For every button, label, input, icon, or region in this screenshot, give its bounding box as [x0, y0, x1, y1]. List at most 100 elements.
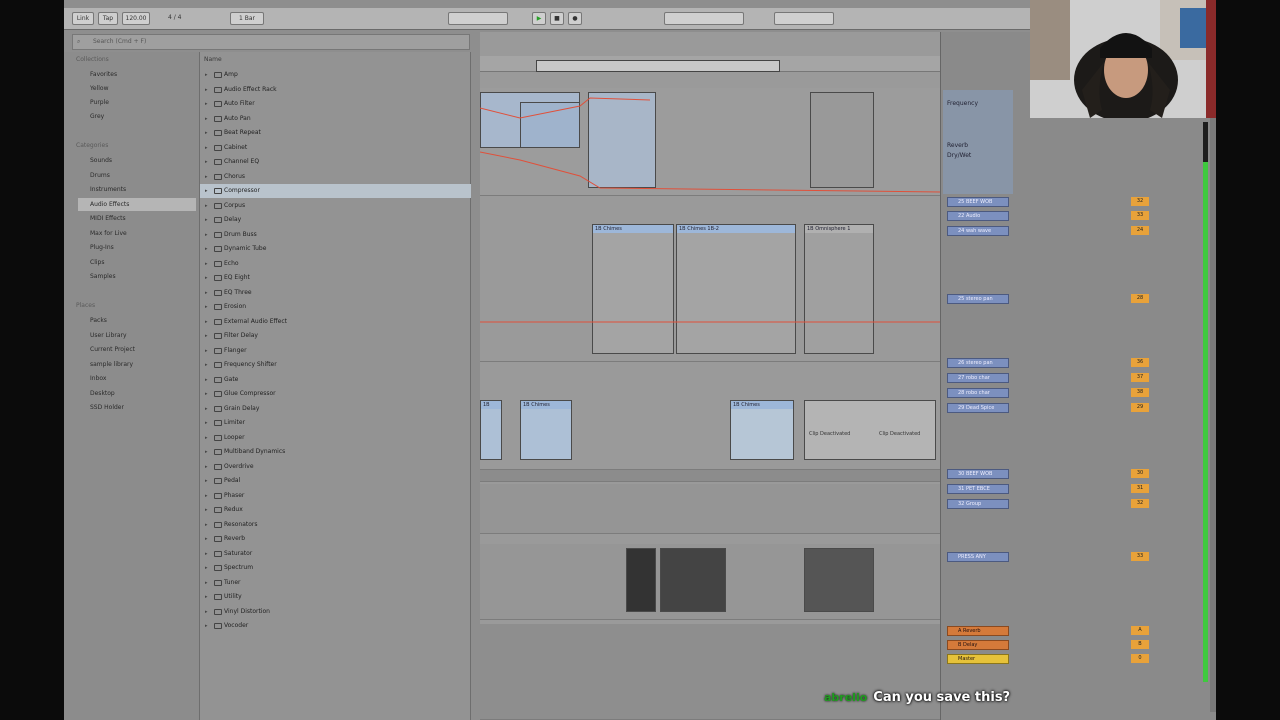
expand-icon[interactable]: ▸ [205, 387, 208, 401]
device-item[interactable]: ▸ Saturator [200, 547, 471, 561]
device-item[interactable]: ▸ EQ Eight [200, 271, 471, 285]
device-item[interactable]: ▸ Utility [200, 590, 471, 604]
device-item[interactable]: ▸ Limiter [200, 416, 471, 430]
collection-item[interactable]: Favorites [78, 68, 196, 81]
device-item[interactable]: ▸ Tuner [200, 576, 471, 590]
device-item[interactable]: ▸ EQ Three [200, 286, 471, 300]
tap-button[interactable]: Tap [98, 12, 118, 25]
place-item[interactable]: Current Project [78, 343, 196, 356]
track-volume-field[interactable]: 32 [1131, 197, 1149, 206]
expand-icon[interactable]: ▸ [205, 126, 208, 140]
device-item[interactable]: ▸ Corpus [200, 199, 471, 213]
track-name-button[interactable]: 26 stereo pan [947, 358, 1009, 368]
drum-clip[interactable] [626, 548, 656, 612]
category-item[interactable]: Max for Live [78, 227, 196, 240]
device-item[interactable]: ▸ Flanger [200, 344, 471, 358]
place-item[interactable]: sample library [78, 358, 196, 371]
return-volume-field[interactable]: 0 [1131, 654, 1149, 663]
expand-icon[interactable]: ▸ [205, 344, 208, 358]
track-volume-field[interactable]: 32 [1131, 499, 1149, 508]
expand-icon[interactable]: ▸ [205, 590, 208, 604]
place-item[interactable]: Packs [78, 314, 196, 327]
track-volume-field[interactable]: 33 [1131, 211, 1149, 220]
device-item[interactable]: ▸ Dynamic Tube [200, 242, 471, 256]
track-name-button[interactable]: 25 BEEF WOB [947, 197, 1009, 207]
device-item[interactable]: ▸ Compressor [200, 184, 471, 198]
expand-icon[interactable]: ▸ [205, 300, 208, 314]
track-lane-automation[interactable] [480, 88, 940, 196]
tempo-field[interactable]: 120.00 [122, 12, 150, 25]
track-name-button[interactable]: 32 Group [947, 499, 1009, 509]
expand-icon[interactable]: ▸ [205, 199, 208, 213]
expand-icon[interactable]: ▸ [205, 576, 208, 590]
expand-icon[interactable]: ▸ [205, 242, 208, 256]
category-item[interactable]: Samples [78, 270, 196, 283]
expand-icon[interactable]: ▸ [205, 619, 208, 633]
track-name-button[interactable]: 29 Dead Spice [947, 403, 1009, 413]
return-track-button[interactable]: A Reverb [947, 626, 1009, 636]
audio-clip[interactable]: 1B Chimes [520, 400, 572, 460]
expand-icon[interactable]: ▸ [205, 358, 208, 372]
expand-icon[interactable]: ▸ [205, 518, 208, 532]
overview-bar[interactable] [536, 60, 780, 72]
expand-icon[interactable]: ▸ [205, 605, 208, 619]
expand-icon[interactable]: ▸ [205, 416, 208, 430]
device-item[interactable]: ▸ External Audio Effect [200, 315, 471, 329]
expand-icon[interactable]: ▸ [205, 373, 208, 387]
expand-icon[interactable]: ▸ [205, 431, 208, 445]
audio-clip[interactable]: 1B [480, 400, 502, 460]
expand-icon[interactable]: ▸ [205, 402, 208, 416]
device-item[interactable]: ▸ Phaser [200, 489, 471, 503]
expand-icon[interactable]: ▸ [205, 286, 208, 300]
device-item[interactable]: ▸ Vocoder [200, 619, 471, 633]
track-name-button[interactable]: PRESS ANY [947, 552, 1009, 562]
track-volume-field[interactable]: 33 [1131, 552, 1149, 561]
device-item[interactable]: ▸ Audio Effect Rack [200, 83, 471, 97]
device-item[interactable]: ▸ Auto Pan [200, 112, 471, 126]
device-item[interactable]: ▸ Beat Repeat [200, 126, 471, 140]
expand-icon[interactable]: ▸ [205, 460, 208, 474]
device-item[interactable]: ▸ Amp [200, 68, 471, 82]
track-lane-midi[interactable]: 1B Chimes 1B Chimes 1B-2 1B Omnisphere 1 [480, 212, 940, 362]
play-button[interactable]: ▶ [532, 12, 546, 25]
device-item[interactable]: ▸ Pedal [200, 474, 471, 488]
expand-icon[interactable]: ▸ [205, 503, 208, 517]
expand-icon[interactable]: ▸ [205, 532, 208, 546]
return-volume-field[interactable]: B [1131, 640, 1149, 649]
loop-controls[interactable] [664, 12, 744, 25]
track-volume-field[interactable]: 30 [1131, 469, 1149, 478]
expand-icon[interactable]: ▸ [205, 83, 208, 97]
track-volume-field[interactable]: 37 [1131, 373, 1149, 382]
expand-icon[interactable]: ▸ [205, 68, 208, 82]
expand-icon[interactable]: ▸ [205, 97, 208, 111]
drum-clip[interactable] [804, 548, 874, 612]
track-volume-field[interactable]: 38 [1131, 388, 1149, 397]
track-volume-field[interactable]: 36 [1131, 358, 1149, 367]
device-item[interactable]: ▸ Delay [200, 213, 471, 227]
expand-icon[interactable]: ▸ [205, 547, 208, 561]
track-volume-field[interactable]: 28 [1131, 294, 1149, 303]
arrangement-position[interactable] [448, 12, 508, 25]
device-item[interactable]: ▸ Cabinet [200, 141, 471, 155]
time-signature[interactable]: 4 / 4 [168, 14, 181, 21]
device-item[interactable]: ▸ Erosion [200, 300, 471, 314]
device-item[interactable]: ▸ Resonators [200, 518, 471, 532]
device-item[interactable]: ▸ Drum Buss [200, 228, 471, 242]
drum-clip[interactable] [660, 548, 726, 612]
expand-icon[interactable]: ▸ [205, 112, 208, 126]
device-item[interactable]: ▸ Glue Compressor [200, 387, 471, 401]
expand-icon[interactable]: ▸ [205, 141, 208, 155]
expand-icon[interactable]: ▸ [205, 213, 208, 227]
device-item[interactable]: ▸ Filter Delay [200, 329, 471, 343]
audio-clip[interactable]: 1B Chimes [730, 400, 794, 460]
track-name-button[interactable]: 24 wah wave [947, 226, 1009, 236]
deactivated-clip[interactable]: Clip Deactivated Clip Deactivated [804, 400, 936, 460]
place-item[interactable]: Inbox [78, 372, 196, 385]
expand-icon[interactable]: ▸ [205, 315, 208, 329]
expand-icon[interactable]: ▸ [205, 445, 208, 459]
mixer-scrollbar[interactable] [1210, 112, 1216, 712]
device-item[interactable]: ▸ Gate [200, 373, 471, 387]
track-lane-clips[interactable]: 1B 1B Chimes 1B Chimes Clip Deactivated C… [480, 392, 940, 470]
category-item[interactable]: MIDI Effects [78, 212, 196, 225]
category-item[interactable]: Instruments [78, 183, 196, 196]
